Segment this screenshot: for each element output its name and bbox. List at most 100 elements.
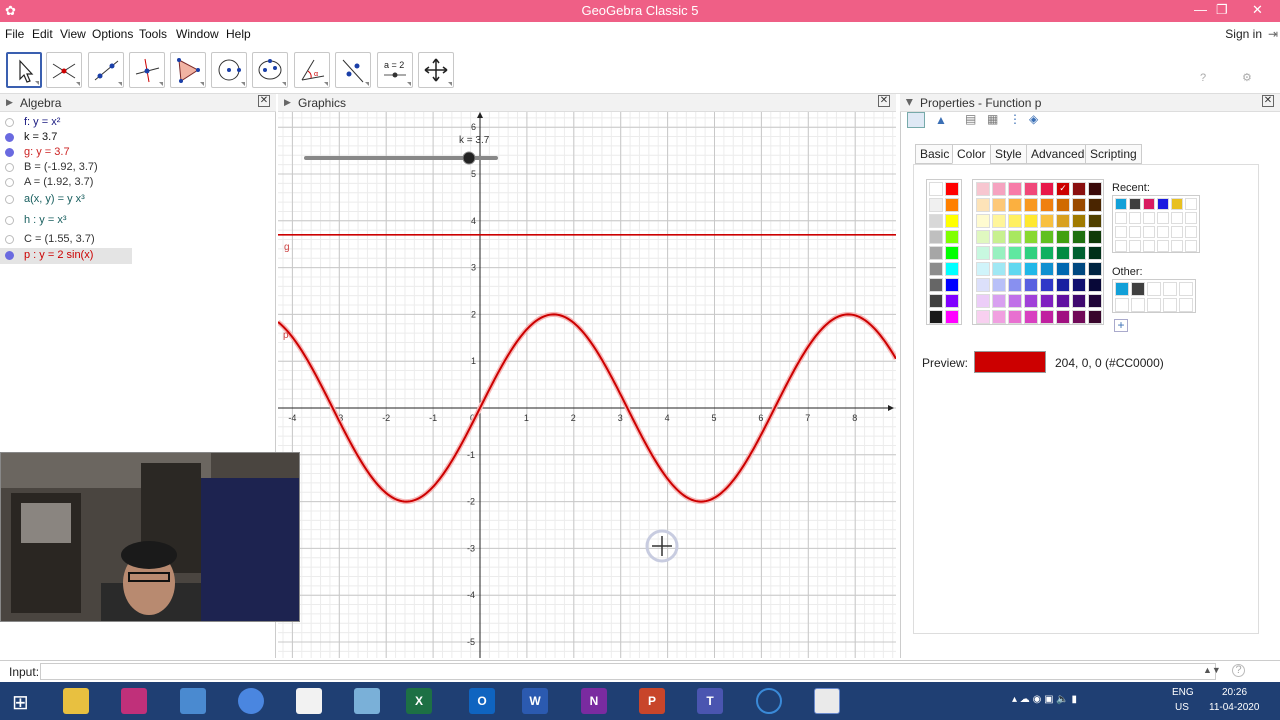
expand-arrow-icon[interactable]: ▶ — [6, 97, 13, 108]
gray-swatch[interactable] — [929, 278, 943, 292]
color-swatch[interactable] — [1072, 294, 1086, 308]
visibility-toggle[interactable] — [5, 148, 14, 157]
teams-icon[interactable]: T — [697, 688, 723, 714]
other-swatch[interactable] — [1147, 298, 1161, 312]
gray-swatch[interactable] — [929, 310, 943, 324]
recent-swatch[interactable] — [1171, 212, 1183, 224]
reflect-tool-icon[interactable] — [335, 52, 371, 88]
color-swatch[interactable] — [1072, 262, 1086, 276]
input-field[interactable] — [40, 663, 1216, 680]
color-swatch[interactable] — [1056, 230, 1070, 244]
recent-swatch[interactable] — [1129, 226, 1141, 238]
blank-document-icon[interactable] — [296, 688, 322, 714]
other-swatch[interactable] — [1131, 298, 1145, 312]
tray-icons[interactable]: ▴ ☁ ◉ ▣ 🔈 ▮ — [1012, 694, 1077, 705]
photos-app-icon[interactable] — [180, 688, 206, 714]
color-swatch[interactable] — [1040, 278, 1054, 292]
recent-swatch[interactable] — [1157, 212, 1169, 224]
algebra-row[interactable]: C = (1.55, 3.7) — [0, 232, 276, 248]
move-tool-icon[interactable] — [6, 52, 42, 88]
add-color-icon[interactable]: + — [1114, 319, 1128, 332]
color-swatch[interactable] — [1088, 262, 1102, 276]
color-swatch[interactable] — [1024, 246, 1038, 260]
gray-swatch[interactable] — [929, 246, 943, 260]
color-swatch[interactable] — [1056, 214, 1070, 228]
color-swatch[interactable] — [1072, 310, 1086, 324]
close-graphics-icon[interactable]: ✕ — [878, 95, 890, 107]
color-swatch[interactable] — [992, 214, 1006, 228]
input-dropdown-icon[interactable]: ▲▼ — [1203, 665, 1221, 675]
gray-swatch[interactable] — [929, 262, 943, 276]
visibility-toggle[interactable] — [5, 133, 14, 142]
color-swatch[interactable] — [992, 310, 1006, 324]
color-swatch[interactable] — [992, 198, 1006, 212]
excel-icon[interactable]: X — [406, 688, 432, 714]
color-swatch[interactable] — [945, 182, 959, 196]
other-swatch[interactable] — [1163, 282, 1177, 296]
visibility-toggle[interactable] — [5, 163, 14, 172]
geogebra-taskbar-icon[interactable] — [814, 688, 840, 714]
color-swatch[interactable] — [1008, 198, 1022, 212]
color-swatch[interactable] — [1072, 230, 1086, 244]
menu-view[interactable]: View — [60, 27, 86, 41]
recent-swatch[interactable] — [1129, 212, 1141, 224]
tab-advanced[interactable]: Advanced — [1026, 144, 1090, 164]
gray-swatch[interactable] — [929, 294, 943, 308]
color-swatch[interactable] — [976, 294, 990, 308]
gray-swatch[interactable] — [929, 230, 943, 244]
color-swatch[interactable] — [1056, 294, 1070, 308]
recent-swatch[interactable] — [1157, 240, 1169, 252]
slider-tool-icon[interactable]: a = 2 — [377, 52, 413, 88]
input-help-icon[interactable]: ? — [1232, 664, 1245, 677]
other-swatch[interactable] — [1179, 298, 1193, 312]
windows-start-icon[interactable]: ⊞ — [12, 690, 29, 715]
color-swatch[interactable] — [992, 182, 1006, 196]
color-swatch[interactable] — [992, 294, 1006, 308]
color-swatch[interactable] — [1088, 230, 1102, 244]
recent-palette[interactable] — [1112, 195, 1200, 253]
color-swatch[interactable] — [992, 278, 1006, 292]
other-swatch[interactable] — [1115, 298, 1129, 312]
visibility-toggle[interactable] — [5, 195, 14, 204]
powerpoint-icon[interactable]: P — [639, 688, 665, 714]
circle-tool-icon[interactable] — [211, 52, 247, 88]
color-swatch[interactable] — [1072, 214, 1086, 228]
slider-knob[interactable] — [462, 151, 476, 165]
color-swatch[interactable] — [976, 182, 990, 196]
color-swatch[interactable] — [1024, 214, 1038, 228]
color-swatch[interactable] — [1072, 182, 1086, 196]
recent-swatch[interactable] — [1143, 198, 1155, 210]
graphics-view[interactable]: -4 -3 -2 -1 0 1 2 3 4 5 6 7 8 6 5 4 3 2 1 -1 -2 -3 -4 -5 g p k = 3… — [278, 112, 896, 658]
color-swatch[interactable] — [945, 294, 959, 308]
color-swatch[interactable]: ✓ — [1056, 182, 1070, 196]
move-graphics-view-icon[interactable] — [418, 52, 454, 88]
other-swatch[interactable] — [1179, 282, 1193, 296]
color-swatch[interactable] — [1072, 278, 1086, 292]
recorder-icon[interactable] — [756, 688, 782, 714]
color-swatch[interactable] — [945, 262, 959, 276]
color-swatch[interactable] — [1088, 246, 1102, 260]
visibility-toggle[interactable] — [5, 216, 14, 225]
clock-time[interactable]: 20:26 — [1222, 687, 1247, 698]
gray-palette[interactable] — [926, 179, 962, 325]
color-swatch[interactable] — [1040, 294, 1054, 308]
restore-icon[interactable]: ❐ — [1216, 2, 1228, 18]
expand-arrow-icon[interactable]: ▶ — [904, 99, 915, 106]
main-palette[interactable]: ✓ — [972, 179, 1104, 325]
gray-swatch[interactable] — [929, 198, 943, 212]
color-swatch[interactable] — [1088, 278, 1102, 292]
other-swatch[interactable] — [1131, 282, 1145, 296]
color-swatch[interactable] — [1088, 182, 1102, 196]
recent-swatch[interactable] — [1171, 240, 1183, 252]
color-swatch[interactable] — [1024, 182, 1038, 196]
geometry-icon[interactable]: ▲ — [935, 113, 947, 127]
gray-swatch[interactable] — [929, 214, 943, 228]
sign-in-link[interactable]: Sign in — [1225, 27, 1262, 41]
color-swatch[interactable] — [1008, 262, 1022, 276]
color-swatch[interactable] — [1024, 310, 1038, 324]
color-swatch[interactable] — [1008, 310, 1022, 324]
tab-basic[interactable]: Basic — [915, 144, 955, 164]
menu-help[interactable]: Help — [226, 27, 251, 41]
menu-edit[interactable]: Edit — [32, 27, 53, 41]
perpendicular-line-tool-icon[interactable] — [129, 52, 165, 88]
